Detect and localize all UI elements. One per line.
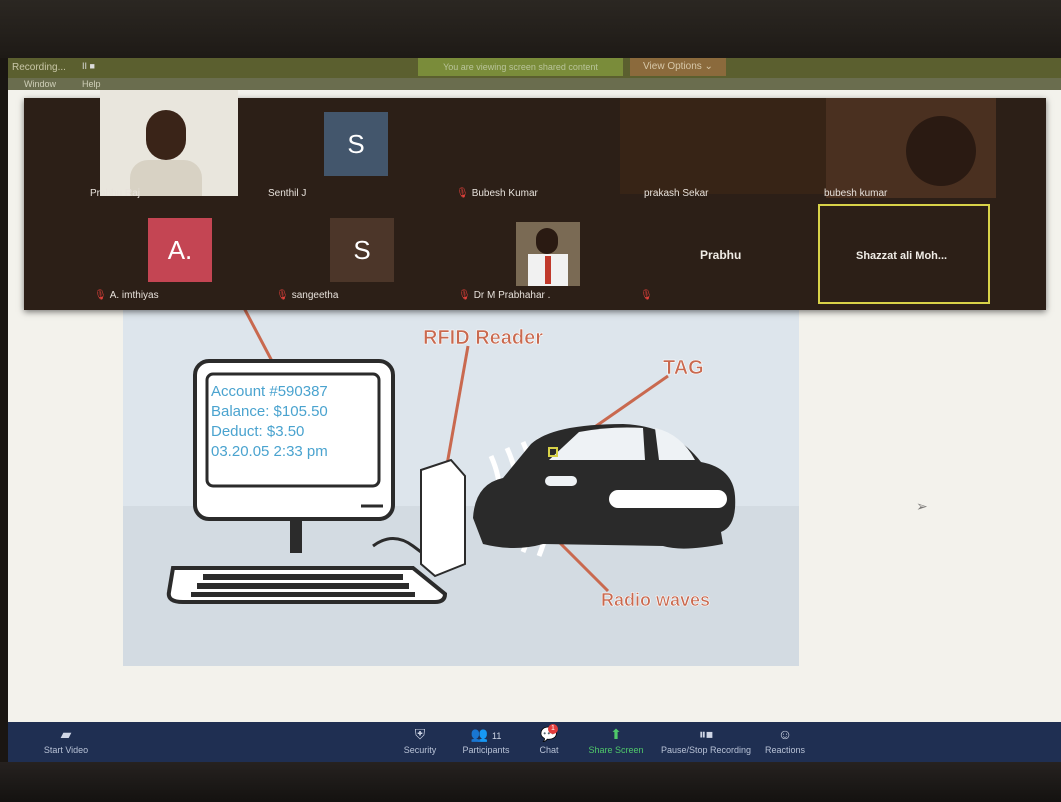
chat-label: Chat bbox=[539, 745, 559, 755]
participant-name: Prabhu Raj bbox=[90, 188, 141, 199]
recording-bar: Recording... II ■ You are viewing screen… bbox=[8, 58, 1061, 78]
start-video-button[interactable]: ▰ Start Video bbox=[36, 726, 96, 755]
muted-mic-icon: 🎙 bbox=[94, 290, 107, 301]
zoom-meeting-screen: Recording... II ■ You are viewing screen… bbox=[8, 58, 1061, 762]
participant-video-prakash-sekar[interactable] bbox=[620, 98, 830, 194]
muted-mic-icon: 🎙 bbox=[458, 290, 471, 301]
pause-stop-recording-label: Pause/Stop Recording bbox=[660, 745, 752, 755]
shared-slide: RFID Reader TAG Radio waves Account #590… bbox=[123, 305, 799, 666]
keyboard-keys bbox=[191, 574, 415, 597]
avatar: S bbox=[324, 112, 388, 176]
share-screen-button[interactable]: ⬆ Share Screen bbox=[586, 726, 646, 755]
reactions-button[interactable]: ☺ Reactions bbox=[760, 726, 810, 755]
rfid-illustration: RFID Reader TAG Radio waves Account #590… bbox=[123, 305, 799, 666]
chat-badge: 1 bbox=[548, 724, 558, 734]
recording-pause-controls[interactable]: II ■ bbox=[82, 61, 108, 73]
share-screen-label: Share Screen bbox=[588, 745, 644, 755]
participants-icon: 👥 11 bbox=[470, 726, 502, 742]
muted-mic-icon: 🎙 bbox=[276, 290, 289, 301]
reactions-label: Reactions bbox=[764, 745, 806, 755]
participant-count: 11 bbox=[491, 731, 502, 741]
participant-name: 🎙 Bubesh Kumar bbox=[456, 188, 538, 199]
pause-stop-recording-button[interactable]: ⏸⏹ Pause/Stop Recording bbox=[658, 726, 754, 755]
screen-line-balance: Balance: $105.50 bbox=[211, 403, 328, 420]
menu-window[interactable]: Window bbox=[24, 79, 56, 89]
view-options-button[interactable]: View Options ⌄ bbox=[630, 58, 726, 76]
avatar: S bbox=[330, 218, 394, 282]
security-button[interactable]: ⛨ Security bbox=[398, 726, 442, 755]
participant-name: 🎙 sangeetha bbox=[276, 290, 339, 301]
tag-label: TAG bbox=[663, 357, 704, 379]
video-off-icon: ▰ bbox=[60, 726, 72, 742]
monitor-bezel-top bbox=[0, 0, 1061, 58]
recording-label: Recording... bbox=[12, 62, 66, 73]
participant-name: 🎙 A. imthiyas bbox=[94, 290, 159, 301]
person-head bbox=[906, 116, 976, 186]
participant-name: Prabhu bbox=[700, 248, 742, 262]
person-shirt bbox=[130, 160, 202, 196]
muted-mic-icon: 🎙 bbox=[456, 188, 469, 199]
shield-icon: ⛨ bbox=[414, 726, 426, 742]
meeting-toolbar: ▰ Start Video ⛨ Security 👥 11 Participan… bbox=[8, 722, 1061, 762]
participants-label: Participants bbox=[462, 745, 510, 755]
participant-name: Senthil J bbox=[268, 188, 307, 199]
menu-bar: Window Help bbox=[8, 78, 1061, 90]
share-screen-icon: ⬆ bbox=[610, 726, 622, 742]
participant-gallery: Prabhu Raj S Senthil J 🎙 Bubesh Kumar pra… bbox=[24, 90, 1046, 310]
participant-name: bubesh kumar bbox=[824, 188, 888, 199]
participant-photo-dr-m-prabhahar bbox=[516, 222, 580, 286]
participant-name: 🎙 Dr M Prabhahar . bbox=[458, 290, 551, 301]
menu-help[interactable]: Help bbox=[82, 79, 101, 89]
person-head bbox=[536, 228, 558, 254]
participant-name: Shazzat ali Moh... bbox=[856, 250, 948, 262]
participant-video-bubesh-kumar[interactable] bbox=[826, 98, 996, 198]
monitor-bezel-bottom bbox=[0, 762, 1061, 802]
rfid-reader-label: RFID Reader bbox=[423, 327, 543, 349]
start-video-label: Start Video bbox=[43, 745, 89, 755]
security-label: Security bbox=[403, 745, 437, 755]
active-speaker-tile[interactable]: Shazzat ali Moh... bbox=[818, 204, 990, 304]
participant-video-prabhu-raj[interactable] bbox=[100, 90, 238, 196]
participant-name: prakash Sekar bbox=[644, 188, 709, 199]
muted-mic-icon: 🎙 bbox=[640, 290, 653, 301]
avatar: A. bbox=[148, 218, 212, 282]
screen-line-account: Account #590387 bbox=[211, 383, 328, 400]
screen-line-datetime: 03.20.05 2:33 pm bbox=[211, 443, 328, 460]
screen-line-deduct: Deduct: $3.50 bbox=[211, 423, 304, 440]
reactions-icon: ☺ bbox=[777, 726, 793, 742]
screen-share-notice: You are viewing screen shared content bbox=[418, 58, 623, 76]
radio-waves-label: Radio waves bbox=[601, 590, 710, 610]
participants-button[interactable]: 👥 11 Participants bbox=[456, 726, 516, 755]
chat-button[interactable]: 💬 1 Chat bbox=[534, 724, 564, 755]
person-head bbox=[146, 110, 186, 160]
pause-stop-icon: ⏸⏹ bbox=[699, 726, 713, 742]
person-tie bbox=[545, 256, 551, 284]
mouse-cursor-icon: ➢ bbox=[916, 498, 928, 514]
